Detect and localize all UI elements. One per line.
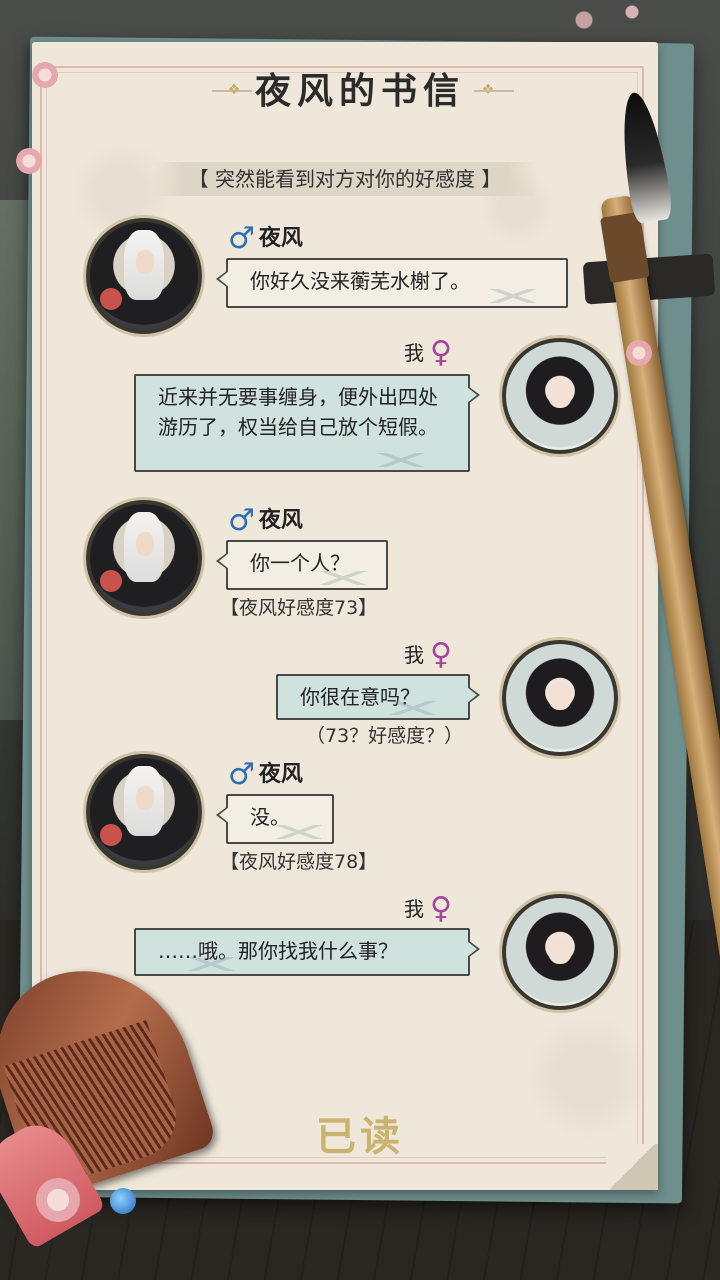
bubble-mountain-decoration bbox=[478, 289, 548, 303]
avatar-flower bbox=[100, 288, 122, 310]
bubble-mountain-decoration bbox=[264, 825, 334, 839]
avatar-yefeng[interactable] bbox=[86, 754, 202, 870]
plum-blossom-icon bbox=[16, 148, 42, 174]
avatar-me[interactable] bbox=[502, 640, 618, 756]
female-gender-icon: ♀ bbox=[430, 891, 452, 926]
male-gender-icon: ♂ bbox=[228, 221, 255, 256]
message-bubble-outgoing: 近来并无要事缠身，便外出四处游历了，权当给自己放个短假。 bbox=[134, 374, 480, 472]
avatar-yefeng[interactable] bbox=[86, 218, 202, 334]
avatar-me[interactable] bbox=[502, 338, 618, 454]
subtitle-banner: 【 突然能看到对方对你的好感度 】 bbox=[152, 162, 538, 196]
sender-name-row: ♂ 夜风 bbox=[228, 504, 303, 538]
message-bubble-incoming: 你好久没来蘅芜水榭了。 bbox=[216, 258, 568, 308]
sender-name-row: 我 ♀ bbox=[404, 892, 452, 926]
message-text: 你好久没来蘅芜水榭了。 bbox=[250, 269, 470, 293]
letter-title: 夜风的书信 bbox=[254, 70, 465, 112]
female-gender-icon: ♀ bbox=[430, 335, 452, 370]
sender-name: 夜风 bbox=[258, 508, 303, 533]
avatar-me[interactable] bbox=[502, 894, 618, 1010]
bubble-mountain-decoration bbox=[378, 701, 448, 715]
sender-name: 夜风 bbox=[258, 762, 303, 787]
male-gender-icon: ♂ bbox=[228, 503, 255, 538]
sender-name: 夜风 bbox=[258, 226, 303, 251]
blue-bead-icon bbox=[110, 1188, 136, 1214]
avatar-yefeng[interactable] bbox=[86, 500, 202, 616]
male-gender-icon: ♂ bbox=[228, 757, 255, 792]
message-bubble-outgoing: ……哦。那你找我什么事？ bbox=[134, 928, 480, 976]
sender-name-row: ♂ 夜风 bbox=[228, 222, 303, 256]
sender-name-row: 我 ♀ bbox=[404, 336, 452, 370]
background-blossom bbox=[520, 0, 680, 40]
female-gender-icon: ♀ bbox=[430, 637, 452, 672]
avatar-flower bbox=[100, 570, 122, 592]
sender-name: 我 bbox=[404, 341, 424, 365]
message-bubble-incoming: 你一个人？ bbox=[216, 540, 388, 590]
message-text: 近来并无要事缠身，便外出四处游历了，权当给自己放个短假。 bbox=[158, 385, 438, 439]
sender-name-row: 我 ♀ bbox=[404, 638, 452, 672]
bubble-mountain-decoration bbox=[176, 957, 246, 971]
message-bubble-outgoing: 你很在意吗？ bbox=[276, 674, 480, 720]
sender-name: 我 bbox=[404, 897, 424, 921]
affection-note: 【夜风好感度73】 bbox=[220, 597, 378, 619]
bubble-mountain-decoration bbox=[366, 453, 436, 467]
affection-note: 【夜风好感度78】 bbox=[220, 851, 378, 873]
bubble-mountain-decoration bbox=[308, 571, 378, 585]
letter-header: ❖ 夜风的书信 ❖ bbox=[0, 66, 720, 116]
title-divider-right bbox=[474, 90, 514, 92]
inner-thought-note: （73？好感度？） bbox=[306, 725, 464, 747]
plum-blossom-icon bbox=[32, 62, 58, 88]
avatar-flower bbox=[100, 824, 122, 846]
plum-blossom-icon bbox=[626, 340, 652, 366]
sender-name-row: ♂ 夜风 bbox=[228, 758, 303, 792]
sender-name: 我 bbox=[404, 643, 424, 667]
message-bubble-incoming: 没。 bbox=[216, 794, 334, 844]
letter-subtitle: 【 突然能看到对方对你的好感度 】 bbox=[188, 167, 502, 191]
plum-blossom-icon bbox=[36, 1178, 80, 1222]
